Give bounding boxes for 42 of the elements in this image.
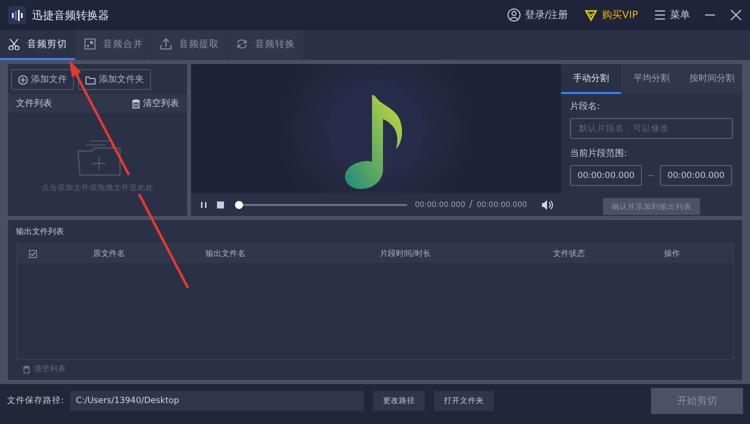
trash-icon (131, 98, 141, 108)
login-button[interactable]: 登录/注册 (506, 8, 568, 22)
clear-list-button[interactable]: 清空列表 (131, 97, 179, 110)
column-header: 原文件名 (92, 248, 126, 259)
file-list-title: 文件列表 (16, 98, 52, 110)
menu-icon (654, 9, 666, 21)
end-time-field[interactable]: 00:00:00.000 (660, 165, 732, 186)
time-separator: / (469, 199, 473, 210)
column-header: 操作 (663, 248, 682, 259)
app-logo-icon (8, 6, 26, 24)
user-icon (506, 8, 521, 22)
segment-range-label: 当前片段范围: (570, 148, 628, 160)
add-file-button[interactable]: 添加文件 (11, 69, 74, 90)
save-path-label: 文件保存路径: (7, 395, 64, 407)
select-all-checkbox[interactable] (29, 250, 38, 258)
pause-icon[interactable] (200, 200, 208, 210)
output-list-title: 输出文件列表 (16, 226, 65, 238)
tab[interactable]: 音频转换 (228, 30, 303, 60)
plus-circle-icon (18, 74, 28, 84)
tab[interactable]: 音频提取 (152, 30, 227, 60)
column-header: 文件状态 (552, 248, 586, 259)
start-time-field[interactable]: 00:00:00.000 (570, 165, 642, 186)
vip-button[interactable]: 购买VIP (584, 8, 638, 22)
close-icon[interactable] (730, 9, 742, 21)
tab[interactable]: 音频合并 (76, 30, 151, 60)
menu-button[interactable]: 菜单 (654, 8, 690, 22)
add-folder-button[interactable]: 添加文件夹 (78, 69, 151, 90)
window-title: 迅捷音频转换器 (32, 8, 109, 22)
seek-handle[interactable] (235, 200, 243, 208)
stop-icon[interactable] (216, 200, 225, 210)
save-path-field[interactable]: C:/Users/13940/Desktop (70, 391, 364, 411)
merge-icon (84, 38, 96, 50)
volume-icon[interactable] (541, 198, 553, 210)
refresh-icon (236, 38, 248, 50)
segment-name-label: 片段名: (570, 100, 602, 113)
trash-icon (22, 364, 31, 374)
upload-icon (160, 38, 172, 50)
scissors-icon (8, 38, 20, 50)
folder-icon (85, 74, 96, 84)
column-header: 输出文件名 (204, 248, 247, 259)
split-tab[interactable]: 手动分割 (561, 64, 622, 94)
column-header: 片段时间/时长 (379, 248, 432, 259)
